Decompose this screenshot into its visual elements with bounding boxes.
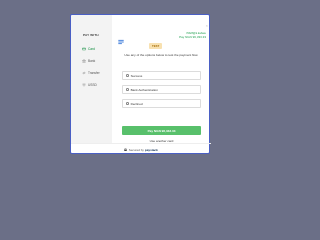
- radio-button[interactable]: [126, 74, 129, 77]
- secured-by-text: Secured by: [128, 147, 144, 152]
- option-label: Success: [130, 73, 143, 78]
- sidebar-item-label: Transfer: [88, 71, 100, 75]
- sidebar-item-transfer[interactable]: Transfer: [82, 70, 110, 76]
- option-success[interactable]: Success: [122, 71, 201, 80]
- transfer-icon: [82, 71, 86, 75]
- ussd-icon: [82, 83, 86, 87]
- sidebar-item-card[interactable]: Card: [82, 46, 110, 52]
- option-declined[interactable]: Declined: [122, 99, 201, 108]
- sidebar-item-label: Card: [88, 47, 95, 51]
- radio-button[interactable]: [126, 102, 129, 105]
- close-icon[interactable]: ×: [206, 24, 208, 28]
- test-instruction: Use any of the options below to test the…: [124, 53, 198, 57]
- sidebar-item-ussd[interactable]: USSD: [82, 82, 110, 88]
- header-pay-amount: Pay NGN 96,333.33: [179, 35, 206, 39]
- pay-button[interactable]: Pay NGN 96,333.33: [122, 126, 201, 135]
- lock-icon: [124, 147, 127, 152]
- payment-method-sidebar: PAY WITH Card Bank Transfer USSD: [71, 15, 112, 143]
- option-label: Bank Authentication: [130, 87, 158, 92]
- radio-button[interactable]: [126, 88, 129, 91]
- checkout-content: × f9br8@k.kabwe Pay NGN 96,333.33 TEST U…: [112, 15, 211, 143]
- sidebar-item-label: USSD: [88, 83, 97, 87]
- option-bank-authentication[interactable]: Bank Authentication: [122, 85, 201, 94]
- sidebar-item-bank[interactable]: Bank: [82, 58, 110, 64]
- sidebar-item-label: Bank: [88, 59, 96, 63]
- option-label: Declined: [130, 101, 143, 106]
- card-icon: [82, 47, 86, 51]
- merchant-logo-icon: [118, 32, 124, 45]
- paystack-brand: paystack: [144, 147, 158, 152]
- test-mode-badge: TEST: [149, 43, 163, 49]
- checkout-modal: PAY WITH Card Bank Transfer USSD × f9br8…: [70, 14, 211, 155]
- secured-footer: Secured by paystack: [71, 143, 211, 155]
- bank-icon: [82, 59, 86, 63]
- pay-with-heading: PAY WITH: [83, 33, 99, 37]
